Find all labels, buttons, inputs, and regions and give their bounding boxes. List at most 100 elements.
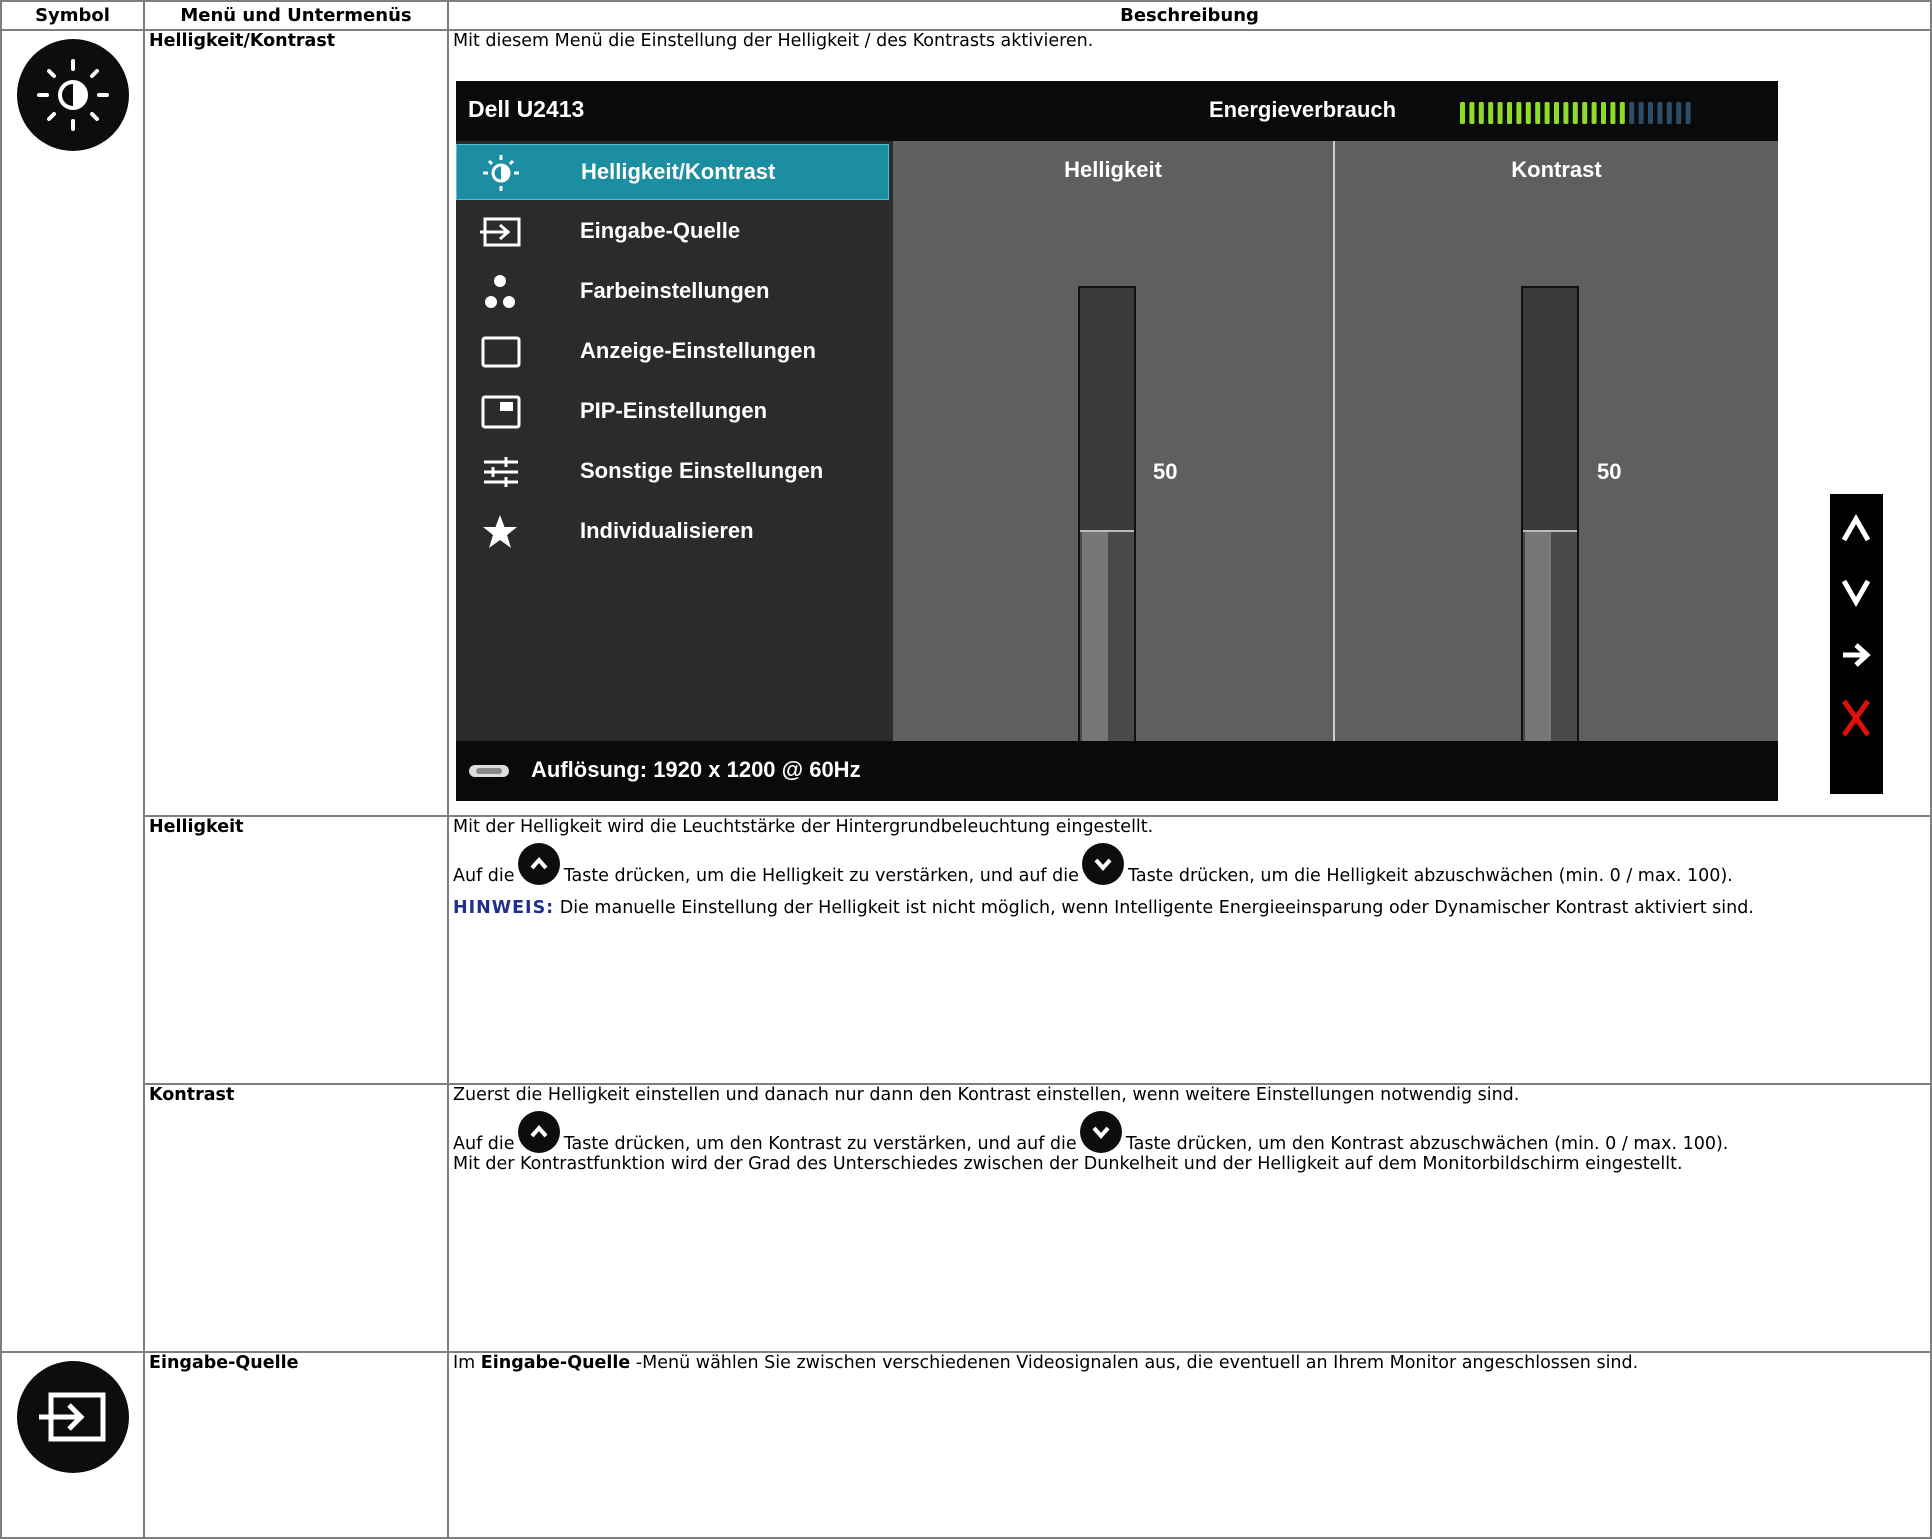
energy-meter-segment [1610, 102, 1616, 124]
energy-meter-segment [1638, 102, 1644, 124]
color-dots-icon [485, 275, 515, 308]
energy-meter-segment [1488, 102, 1494, 124]
energy-meter-segment [1648, 102, 1653, 124]
osd-header: Dell U2413 Energieverbrauch [456, 81, 1778, 141]
table-row-kontrast: Kontrast Zuerst die Helligkeit einstelle… [1, 1083, 1932, 1353]
osd-menu: Helligkeit/Kontrast Eingabe-Quelle Farbe… [456, 141, 893, 741]
osd-item-label: PIP-Einstellungen [580, 398, 768, 423]
input-source-symbol-icon [16, 1361, 129, 1473]
brightness-title: Helligkeit [1064, 157, 1162, 182]
desc-cell-helligkeit: Mit der Helligkeit wird die Leuchtstärke… [447, 815, 1932, 1085]
desc-text-buttons: Auf die Taste drücken, um den Kontrast z… [453, 1111, 1926, 1154]
header-description: Beschreibung [447, 0, 1932, 31]
pip-icon [481, 395, 521, 429]
osd-item-anzeige-einstellungen[interactable]: Anzeige-Einstellungen [456, 324, 889, 380]
desc-text: Mit der Helligkeit wird die Leuchtstärke… [453, 817, 1154, 837]
osd-item-sonstige-einstellungen[interactable]: Sonstige Einstellungen [456, 444, 889, 500]
brightness-contrast-symbol-icon [16, 39, 129, 151]
brightness-slider[interactable] [1078, 286, 1136, 774]
osd-item-eingabe-quelle[interactable]: Eingabe-Quelle [456, 204, 889, 260]
energy-meter-segment [1601, 102, 1606, 124]
desc-text-buttons: Auf die Taste drücken, um die Helligkeit… [453, 843, 1926, 886]
down-arrow-icon[interactable] [1840, 577, 1872, 607]
osd-item-individualisieren[interactable]: Individualisieren [456, 504, 889, 560]
desc-text-part: -Menü wählen Sie zwischen verschiedenen … [630, 1353, 1639, 1373]
energy-meter-segment [1469, 102, 1475, 124]
osd-item-farbeinstellungen[interactable]: Farbeinstellungen [456, 264, 889, 320]
desc-text-part: Taste drücken, um die Helligkeit zu vers… [563, 866, 1079, 886]
osd-screenshot: Dell U2413 Energieverbrauch Helligkeit/K… [456, 81, 1778, 801]
note-text: Die manuelle Einstellung der Helligkeit … [554, 898, 1754, 918]
contrast-title: Kontrast [1511, 157, 1602, 182]
video-connector-icon [469, 765, 509, 777]
desc-text-part: Im [453, 1353, 481, 1373]
osd-menu-table: Symbol Menü und Untermenüs Beschreibung … [0, 0, 1932, 1539]
desc-text: Zuerst die Helligkeit einstellen und dan… [453, 1085, 1520, 1105]
energy-meter-segment [1629, 102, 1635, 124]
input-source-icon [480, 217, 521, 247]
energy-meter-segment [1582, 102, 1588, 124]
energy-meter-segment [1657, 102, 1663, 124]
exit-x-icon[interactable] [1840, 698, 1872, 738]
down-button-icon [1080, 1111, 1123, 1153]
up-button-icon [518, 1111, 561, 1153]
energy-meter-segment [1685, 102, 1691, 124]
osd-item-label: Anzeige-Einstellungen [580, 338, 816, 363]
osd-navigation-buttons [1830, 494, 1883, 794]
energy-meter-segment [1507, 102, 1512, 124]
desc-text-part: Auf die [453, 1134, 515, 1154]
osd-model-title: Dell U2413 [468, 96, 585, 122]
brightness-slider-fill [1080, 530, 1134, 772]
osd-brightness-panel: Helligkeit 50 [893, 141, 1333, 774]
menu-cell-helligkeit: Helligkeit [143, 815, 449, 1085]
energy-meter-segment [1666, 102, 1672, 124]
energy-meter-segment [1535, 102, 1541, 124]
osd-resolution: Auflösung: 1920 x 1200 @ 60Hz [531, 757, 861, 782]
osd-item-label: Helligkeit/Kontrast [581, 159, 776, 184]
up-button-icon [518, 843, 561, 885]
table-row-helligkeit-kontrast: Helligkeit/Kontrast Mit diesem Menü die … [0, 29, 1932, 1353]
star-icon [483, 515, 517, 548]
header-menu: Menü und Untermenüs [143, 0, 449, 31]
contrast-slider-fill [1523, 530, 1577, 772]
desc-text: Mit diesem Menü die Einstellung der Hell… [453, 31, 1094, 51]
symbol-cell [0, 29, 145, 1353]
energy-meter-segment [1676, 102, 1682, 124]
right-arrow-icon[interactable] [1840, 640, 1872, 670]
energy-meter-segment [1619, 102, 1625, 124]
brightness-value: 50 [1153, 459, 1178, 484]
sliders-icon [484, 457, 518, 487]
energy-meter-segment [1554, 102, 1559, 124]
energy-meter-segment [1591, 102, 1597, 124]
note-label: HINWEIS: [453, 898, 555, 918]
menu-cell-eingabe-quelle: Eingabe-Quelle [143, 1351, 449, 1539]
energy-meter-segment [1497, 102, 1503, 124]
energy-meter-segment [1460, 102, 1465, 124]
osd-item-helligkeit-kontrast[interactable]: Helligkeit/Kontrast [456, 144, 889, 200]
contrast-value: 50 [1597, 459, 1622, 484]
desc-text-part: Taste drücken, um den Kontrast zu verstä… [563, 1134, 1077, 1154]
osd-energy-label: Energieverbrauch [1209, 97, 1397, 122]
up-arrow-icon[interactable] [1840, 514, 1872, 544]
osd-item-label: Eingabe-Quelle [580, 218, 741, 243]
menu-cell-kontrast: Kontrast [143, 1083, 449, 1353]
osd-footer: Auflösung: 1920 x 1200 @ 60Hz [456, 741, 1778, 801]
desc-cell-kontrast: Zuerst die Helligkeit einstellen und dan… [447, 1083, 1932, 1353]
desc-text-part: Taste drücken, um die Helligkeit abzusch… [1128, 866, 1733, 886]
desc-text: Im Eingabe-Quelle -Menü wählen Sie zwisc… [453, 1353, 1926, 1373]
table-header-row: Symbol Menü und Untermenüs Beschreibung [0, 0, 1932, 31]
brightness-icon [483, 155, 519, 191]
osd-item-pip-einstellungen[interactable]: PIP-Einstellungen [456, 384, 889, 440]
table-row-helligkeit: Helligkeit Mit der Helligkeit wird die L… [1, 815, 1932, 1085]
contrast-slider[interactable] [1521, 286, 1579, 774]
energy-meter [1460, 102, 1691, 124]
symbol-cell [0, 1351, 145, 1539]
osd-item-label: Farbeinstellungen [580, 278, 770, 303]
energy-meter-segment [1516, 102, 1522, 124]
desc-cell-eingabe-quelle: Im Eingabe-Quelle -Menü wählen Sie zwisc… [447, 1351, 1932, 1539]
desc-cell-helligkeit-kontrast: Mit diesem Menü die Einstellung der Hell… [447, 29, 1932, 817]
desc-text: Mit der Kontrastfunktion wird der Grad d… [453, 1154, 1683, 1174]
desc-text-part: Taste drücken, um den Kontrast abzuschwä… [1125, 1134, 1729, 1154]
energy-meter-segment [1563, 102, 1569, 124]
menu-cell-helligkeit-kontrast: Helligkeit/Kontrast [143, 29, 449, 817]
